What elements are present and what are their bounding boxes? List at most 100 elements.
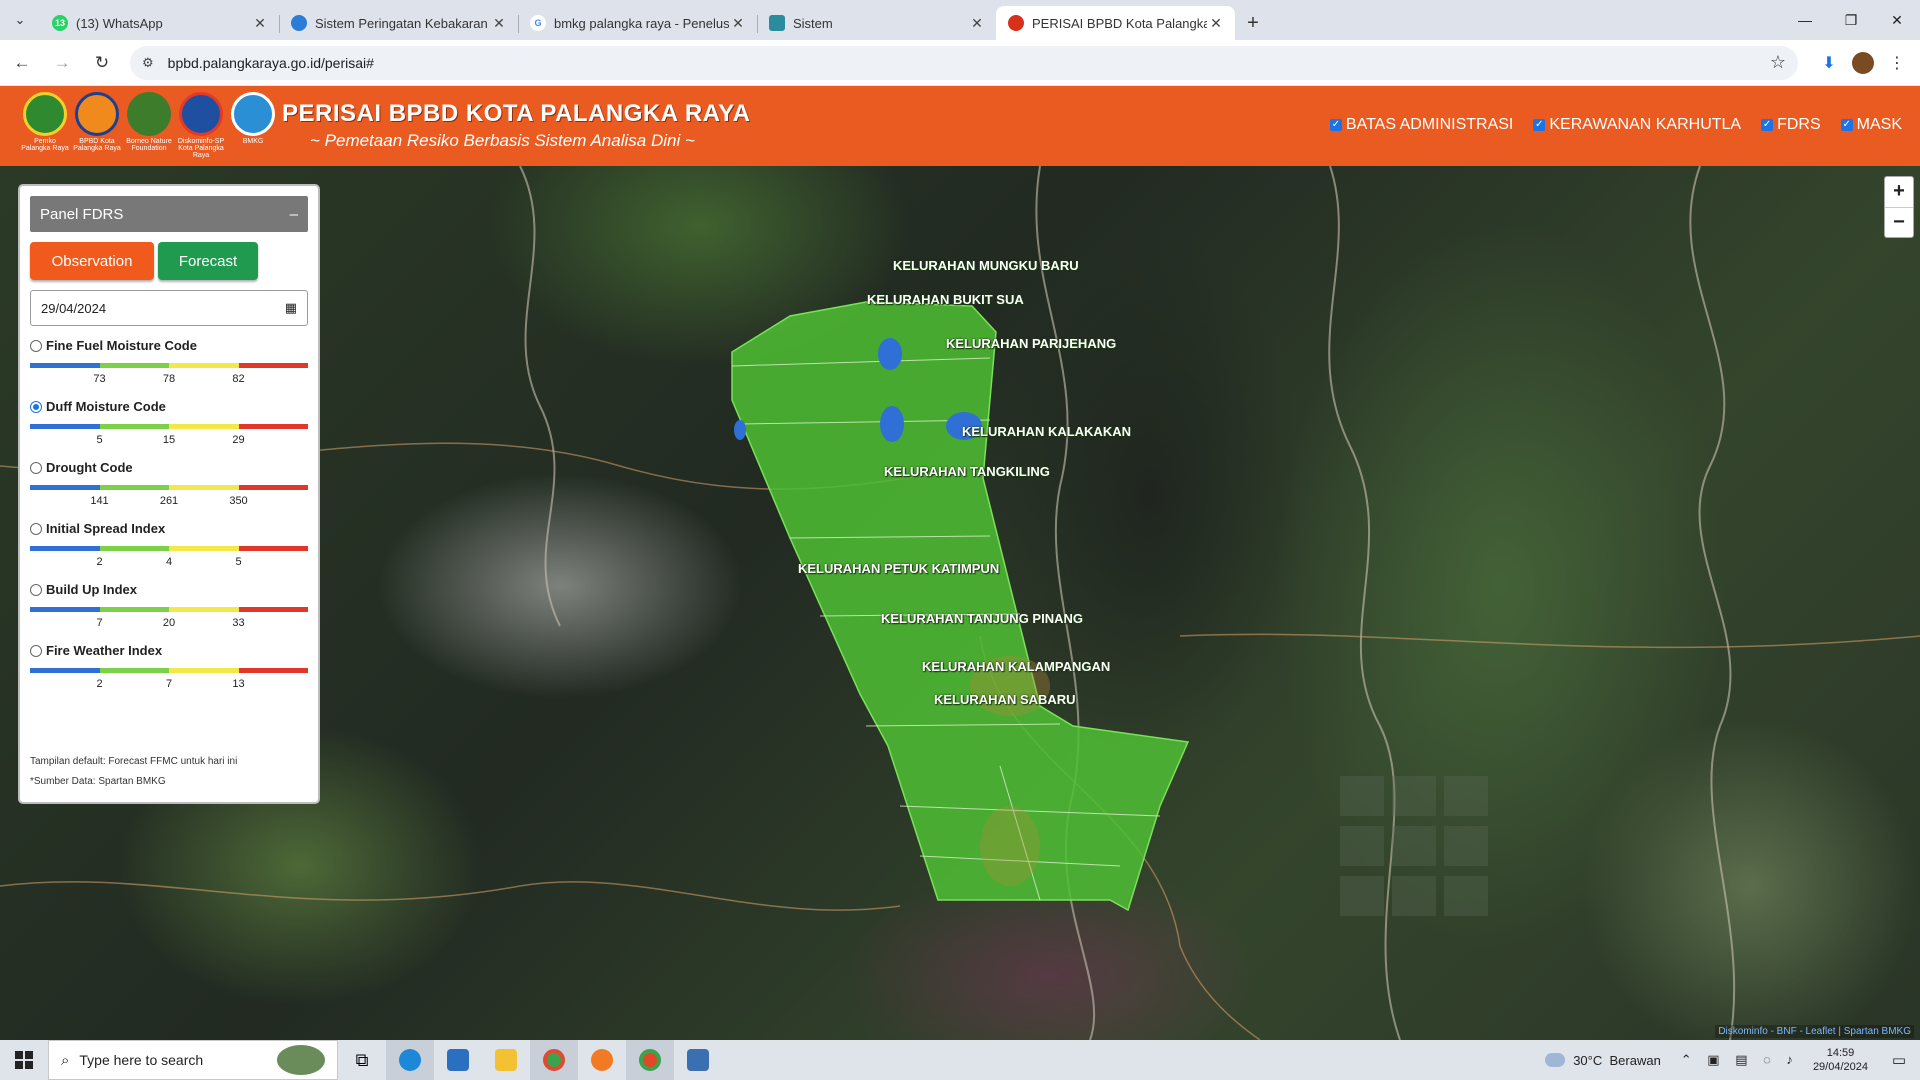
tray-icons[interactable]: ⌃ ▣ ▤ ◌ ♪ xyxy=(1681,1052,1799,1068)
new-tab-button[interactable]: + xyxy=(1235,6,1271,40)
checkbox-checked-icon[interactable]: ✓ xyxy=(1761,119,1774,131)
mail-icon[interactable] xyxy=(434,1040,482,1080)
chrome-icon[interactable] xyxy=(530,1040,578,1080)
tab-close-icon[interactable]: ✕ xyxy=(729,15,747,32)
browser-toolbar: ← → ↻ ⚙ bpbd.palangkaraya.go.id/perisai#… xyxy=(0,40,1920,86)
logo-bpbd: BPBD Kota Palangka Raya xyxy=(72,92,122,159)
region-label[interactable]: KELURAHAN KALAMPANGAN xyxy=(922,659,1110,674)
index-name: Duff Moisture Code xyxy=(46,399,166,414)
radio-icon[interactable] xyxy=(30,522,42,535)
profile-avatar[interactable] xyxy=(1852,51,1874,74)
tab-sistem-peringatan[interactable]: Sistem Peringatan Kebakaran H ✕ xyxy=(279,6,518,40)
restore-icon[interactable]: ❐ xyxy=(1828,0,1874,40)
clock[interactable]: 14:59 29/04/2024 xyxy=(1813,1046,1868,1074)
zoom-out-button[interactable]: − xyxy=(1885,207,1913,237)
search-placeholder: Type here to search xyxy=(79,1052,204,1068)
weather-widget[interactable]: 30°C Berawan xyxy=(1545,1053,1661,1068)
layer-toggle-fdrs[interactable]: ✓ FDRS xyxy=(1761,116,1821,134)
radio-icon[interactable] xyxy=(30,461,42,474)
index-option[interactable]: Build Up Index xyxy=(30,582,308,597)
file-explorer-icon[interactable] xyxy=(482,1040,530,1080)
download-icon[interactable]: ⬇ xyxy=(1812,46,1846,80)
region-label[interactable]: KELURAHAN PETUK KATIMPUN xyxy=(798,561,999,576)
checkbox-checked-icon[interactable]: ✓ xyxy=(1533,119,1546,131)
calendar-icon[interactable]: ▦ xyxy=(285,300,297,316)
region-label[interactable]: KELURAHAN TANGKILING xyxy=(884,464,1050,479)
bookmark-star-icon[interactable]: ☆ xyxy=(1770,52,1786,73)
close-window-icon[interactable]: ✕ xyxy=(1874,0,1920,40)
scale-segment xyxy=(99,424,169,429)
tab-close-icon[interactable]: ✕ xyxy=(490,15,508,32)
radio-icon[interactable] xyxy=(30,644,42,657)
notification-icon[interactable]: ▭ xyxy=(1884,1051,1914,1069)
task-view-icon[interactable]: ⧉ xyxy=(338,1040,386,1080)
index-name: Fine Fuel Moisture Code xyxy=(46,338,197,353)
tab-close-icon[interactable]: ✕ xyxy=(251,15,269,32)
map-attribution[interactable]: Diskominfo - BNF - Leaflet | Spartan BMK… xyxy=(1715,1025,1914,1038)
forward-arrow-icon[interactable]: → xyxy=(44,45,80,81)
scale-tick-label: 4 xyxy=(165,556,173,568)
tab-perisai[interactable]: PERISAI BPBD Kota Palangka Ra ✕ xyxy=(996,6,1235,40)
fdrs-index: Fire Weather Index 2 7 13 xyxy=(30,643,308,692)
radio-selected-icon[interactable] xyxy=(30,400,42,413)
scale-segment xyxy=(169,424,239,429)
collapse-icon[interactable]: – xyxy=(290,206,298,223)
date-value: 29/04/2024 xyxy=(41,300,107,316)
site-info-icon[interactable]: ⚙ xyxy=(142,55,154,71)
index-option[interactable]: Duff Moisture Code xyxy=(30,399,308,414)
menu-kebab-icon[interactable]: ⋮ xyxy=(1880,46,1914,80)
fdrs-region-layer xyxy=(731,301,1190,912)
region-label[interactable]: KELURAHAN SABARU xyxy=(934,692,1076,707)
panel-title: Panel FDRS xyxy=(40,205,124,223)
tab-title: Sistem xyxy=(793,15,833,31)
edge-icon[interactable] xyxy=(386,1040,434,1080)
reload-icon[interactable]: ↻ xyxy=(84,45,120,81)
chrome-profile-icon[interactable] xyxy=(626,1040,674,1080)
layer-toggle-batas[interactable]: ✓ BATAS ADMINISTRASI xyxy=(1329,116,1513,134)
observation-button[interactable]: Observation xyxy=(30,242,154,280)
region-label[interactable]: KELURAHAN TANJUNG PINANG xyxy=(881,611,1083,626)
index-option[interactable]: Fire Weather Index xyxy=(30,643,308,658)
region-label[interactable]: KELURAHAN KALAKAKAN xyxy=(962,424,1131,439)
date-input[interactable]: 29/04/2024 ▦ xyxy=(30,290,308,326)
region-label[interactable]: KELURAHAN PARIJEHANG xyxy=(946,336,1116,351)
zoom-in-button[interactable]: + xyxy=(1885,177,1913,207)
pemko-logo-icon xyxy=(23,92,67,136)
radio-icon[interactable] xyxy=(30,339,42,352)
windows-start-icon[interactable] xyxy=(0,1040,48,1080)
color-scale-bar xyxy=(30,668,308,673)
bnf-tree-logo-icon xyxy=(127,92,171,136)
layer-toggle-mask[interactable]: ✓ MASK xyxy=(1840,116,1902,134)
firefox-icon[interactable] xyxy=(578,1040,626,1080)
forecast-button[interactable]: Forecast xyxy=(158,242,258,280)
index-option[interactable]: Fine Fuel Moisture Code xyxy=(30,338,308,353)
tab-close-icon[interactable]: ✕ xyxy=(968,15,986,32)
checkbox-checked-icon[interactable]: ✓ xyxy=(1840,119,1853,131)
index-option[interactable]: Initial Spread Index xyxy=(30,521,308,536)
taskbar-search-input[interactable]: ⌕ Type here to search xyxy=(48,1040,338,1080)
scale-segment xyxy=(30,485,100,490)
region-label[interactable]: KELURAHAN BUKIT SUA xyxy=(867,292,1024,307)
index-option[interactable]: Drought Code xyxy=(30,460,308,475)
scale-tick-label: 350 xyxy=(229,495,248,507)
tab-sistem[interactable]: Sistem ✕ xyxy=(757,6,996,40)
tab-close-icon[interactable]: ✕ xyxy=(1207,15,1225,32)
diskominfo-logo-icon xyxy=(179,92,223,136)
map-viewport[interactable]: KELURAHAN MUNGKU BARU KELURAHAN BUKIT SU… xyxy=(0,166,1920,1040)
tab-search-chevron-icon[interactable]: ⌄ xyxy=(0,0,40,40)
checkbox-checked-icon[interactable]: ✓ xyxy=(1329,119,1342,131)
region-label[interactable]: KELURAHAN MUNGKU BARU xyxy=(893,258,1079,273)
address-bar[interactable]: ⚙ bpbd.palangkaraya.go.id/perisai# ☆ xyxy=(130,45,1798,80)
panel-header[interactable]: Panel FDRS – xyxy=(30,196,308,232)
layer-toggle-kerawanan[interactable]: ✓ KERAWANAN KARHUTLA xyxy=(1533,116,1741,134)
scale-segment xyxy=(169,485,239,490)
logo-bmkg: BMKG xyxy=(228,92,278,159)
back-arrow-icon[interactable]: ← xyxy=(4,45,40,81)
radio-icon[interactable] xyxy=(30,583,42,596)
calculator-icon[interactable] xyxy=(674,1040,722,1080)
minimize-icon[interactable]: — xyxy=(1782,0,1828,40)
tab-bmkg-search[interactable]: G bmkg palangka raya - Penelusu ✕ xyxy=(518,6,757,40)
scale-tick-label: 15 xyxy=(162,434,176,446)
logo-diskominfo: Diskominfo-SP Kota Palangka Raya xyxy=(176,92,226,159)
tab-whatsapp[interactable]: 13 (13) WhatsApp ✕ xyxy=(40,6,279,40)
